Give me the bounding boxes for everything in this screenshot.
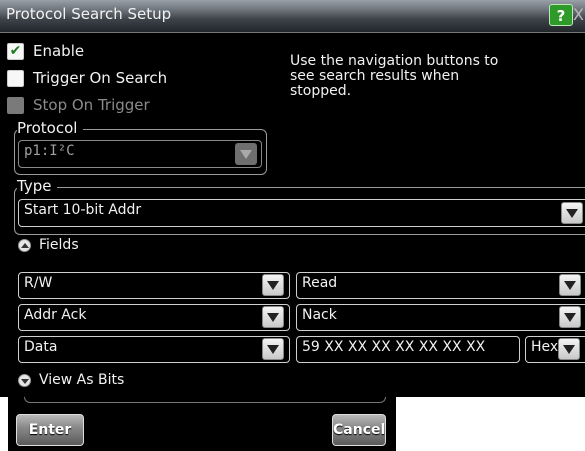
enable-checkbox[interactable]: ✔ bbox=[7, 42, 24, 60]
view-as-bits-label: View As Bits bbox=[39, 372, 125, 388]
enter-button[interactable]: Enter bbox=[16, 414, 84, 446]
chevron-down-icon[interactable] bbox=[262, 338, 284, 360]
chevron-down-icon[interactable] bbox=[559, 274, 581, 296]
chevron-down-icon[interactable] bbox=[262, 306, 284, 328]
navigation-info-text: Use the navigation buttons to see search… bbox=[290, 53, 499, 99]
protocol-group-label: Protocol bbox=[17, 119, 84, 137]
collapse-icon[interactable] bbox=[18, 238, 31, 252]
field-name: R/W bbox=[24, 275, 53, 291]
type-group-label: Type bbox=[17, 177, 58, 195]
cancel-button[interactable]: Cancel bbox=[332, 414, 386, 446]
stop-on-trigger-checkbox bbox=[7, 96, 24, 114]
field-value-select-addr-ack[interactable]: Nack bbox=[296, 304, 585, 331]
data-value-input[interactable]: 59 XX XX XX XX XX XX XX bbox=[296, 336, 520, 363]
field-name: Data bbox=[24, 339, 58, 355]
field-select-addr-ack[interactable]: Addr Ack bbox=[18, 304, 290, 331]
type-select[interactable]: Start 10-bit Addr bbox=[18, 199, 585, 227]
close-button[interactable]: X bbox=[573, 3, 585, 27]
protocol-value: p1:I²C bbox=[24, 143, 75, 159]
trigger-on-search-checkbox[interactable] bbox=[7, 69, 24, 87]
chevron-down-icon[interactable] bbox=[262, 274, 284, 296]
button-panel: Enter Cancel bbox=[8, 397, 396, 451]
chevron-down-icon[interactable] bbox=[558, 338, 580, 360]
fields-label: Fields bbox=[39, 237, 79, 253]
trigger-on-search-checkbox-row[interactable]: Trigger On Search bbox=[7, 68, 167, 88]
chevron-down-icon bbox=[235, 143, 257, 165]
type-value: Start 10-bit Addr bbox=[24, 202, 142, 218]
stop-on-trigger-checkbox-row: Stop On Trigger bbox=[7, 95, 150, 115]
trigger-on-search-label: Trigger On Search bbox=[33, 69, 168, 87]
stop-on-trigger-label: Stop On Trigger bbox=[33, 96, 150, 114]
field-value: Nack bbox=[302, 307, 337, 323]
enable-checkbox-row[interactable]: ✔ Enable bbox=[7, 41, 84, 61]
help-button[interactable]: ? bbox=[549, 4, 573, 26]
protocol-search-setup-dialog: Protocol Search Setup ? X ✔ Enable Trigg… bbox=[0, 0, 585, 397]
field-select-rw[interactable]: R/W bbox=[18, 272, 290, 299]
data-format-select[interactable]: Hex bbox=[525, 336, 585, 363]
enable-label: Enable bbox=[33, 42, 85, 60]
expand-icon[interactable] bbox=[18, 373, 31, 387]
data-format-value: Hex bbox=[531, 339, 559, 355]
field-select-data[interactable]: Data bbox=[18, 336, 290, 363]
chevron-down-icon[interactable] bbox=[561, 202, 583, 224]
title-bar: Protocol Search Setup ? X bbox=[0, 0, 585, 33]
dialog-title: Protocol Search Setup bbox=[6, 5, 172, 23]
view-as-bits-expander[interactable]: View As Bits bbox=[18, 372, 124, 388]
field-value: Read bbox=[302, 275, 338, 291]
chevron-down-icon[interactable] bbox=[559, 306, 581, 328]
field-name: Addr Ack bbox=[24, 307, 87, 323]
panel-divider bbox=[24, 397, 386, 403]
protocol-select: p1:I²C bbox=[18, 140, 262, 168]
fields-expander[interactable]: Fields bbox=[18, 237, 79, 253]
field-value-select-rw[interactable]: Read bbox=[296, 272, 585, 299]
field-value: 59 XX XX XX XX XX XX XX bbox=[302, 339, 486, 355]
